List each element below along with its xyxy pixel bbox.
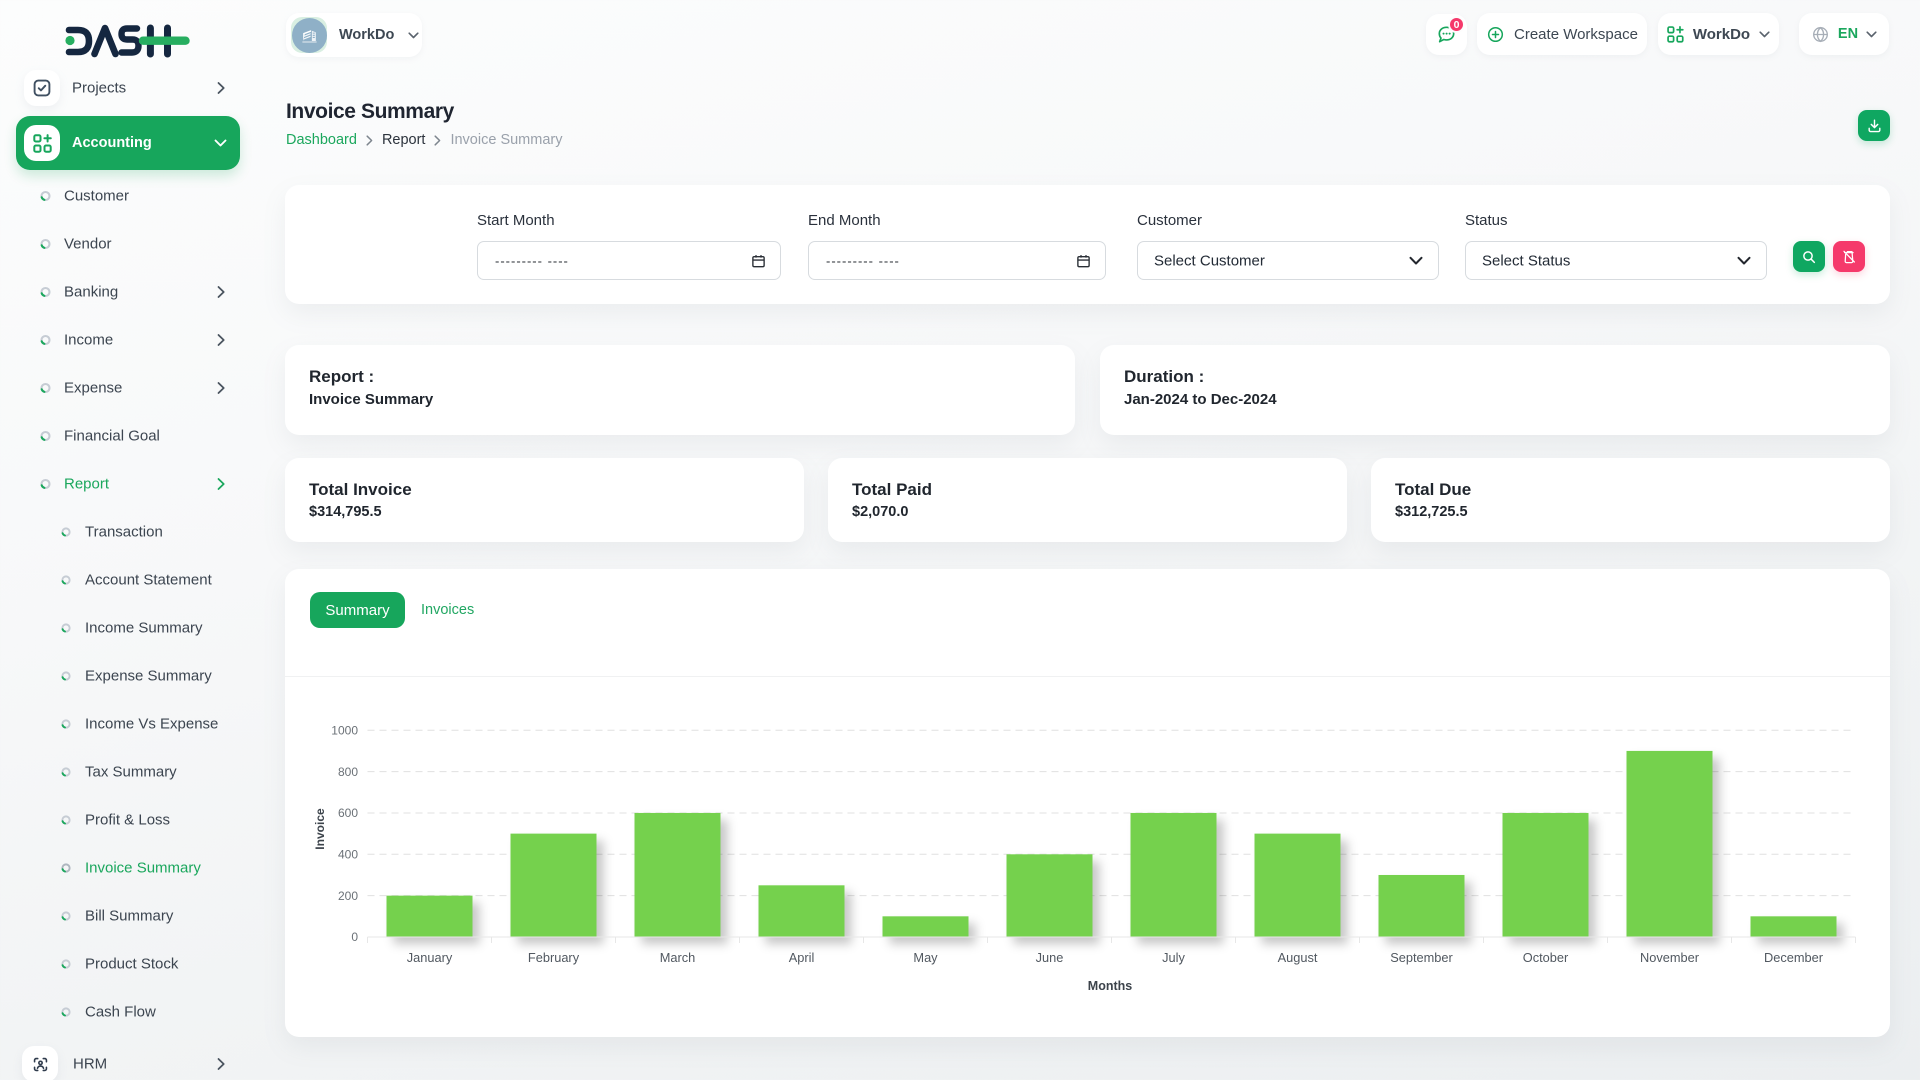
svg-text:May: May (913, 950, 938, 965)
svg-text:June: June (1036, 950, 1064, 965)
svg-text:400: 400 (338, 848, 358, 862)
svg-text:August: August (1278, 950, 1318, 965)
svg-text:1000: 1000 (331, 724, 358, 738)
svg-text:February: February (528, 950, 580, 965)
svg-text:November: November (1640, 950, 1700, 965)
svg-text:800: 800 (338, 765, 358, 779)
svg-text:March: March (660, 950, 696, 965)
svg-text:200: 200 (338, 889, 358, 903)
svg-text:Months: Months (1088, 979, 1132, 993)
svg-text:Invoice: Invoice (313, 808, 327, 850)
svg-text:July: July (1162, 950, 1185, 965)
svg-text:0: 0 (351, 930, 358, 944)
svg-text:January: January (407, 950, 453, 965)
svg-text:September: September (1390, 950, 1453, 965)
svg-text:December: December (1764, 950, 1824, 965)
svg-text:600: 600 (338, 806, 358, 820)
svg-text:April: April (789, 950, 815, 965)
svg-text:October: October (1523, 950, 1569, 965)
